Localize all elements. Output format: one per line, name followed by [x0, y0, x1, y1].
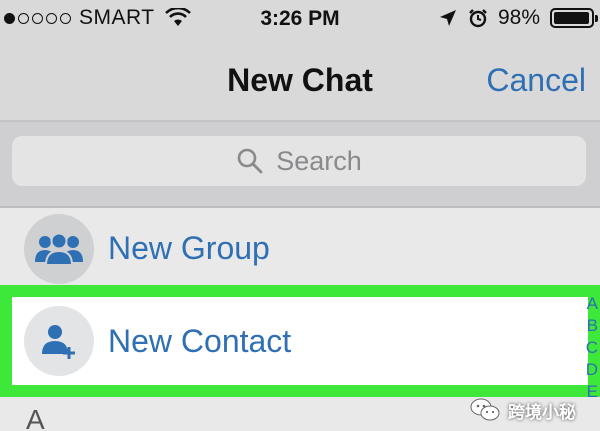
search-icon — [237, 148, 263, 174]
status-right: 98% — [438, 6, 598, 30]
status-bar: SMART 3:26 PM 98% — [0, 0, 600, 40]
new-contact-label: New Contact — [108, 323, 292, 359]
battery-percent: 98% — [497, 6, 540, 29]
contact-avatar — [24, 306, 94, 376]
wechat-logo-icon — [470, 398, 500, 421]
group-people-icon — [35, 232, 83, 266]
add-person-icon — [42, 325, 75, 359]
battery-fill — [554, 12, 590, 24]
watermark: 跨境小秘 — [470, 397, 576, 423]
section-header: A — [26, 404, 45, 431]
alarm-icon — [469, 9, 487, 28]
new-group-row[interactable]: New Group — [0, 210, 600, 288]
cancel-button[interactable]: Cancel — [486, 62, 586, 99]
search-input[interactable]: Search — [12, 136, 586, 186]
search-placeholder: Search — [276, 145, 362, 176]
search-area: Search — [0, 122, 600, 208]
new-contact-row[interactable]: New Contact — [0, 295, 600, 387]
navigation-bar: New Chat Cancel — [0, 40, 600, 122]
index-letter[interactable]: A — [587, 293, 598, 315]
index-letter[interactable]: C — [586, 337, 598, 359]
new-group-label: New Group — [108, 230, 270, 266]
index-letter[interactable]: D — [586, 359, 598, 381]
battery-icon — [550, 8, 598, 28]
group-avatar — [24, 214, 94, 284]
location-arrow-icon — [439, 10, 456, 26]
index-letter[interactable]: B — [587, 315, 598, 337]
watermark-text: 跨境小秘 — [508, 402, 576, 422]
